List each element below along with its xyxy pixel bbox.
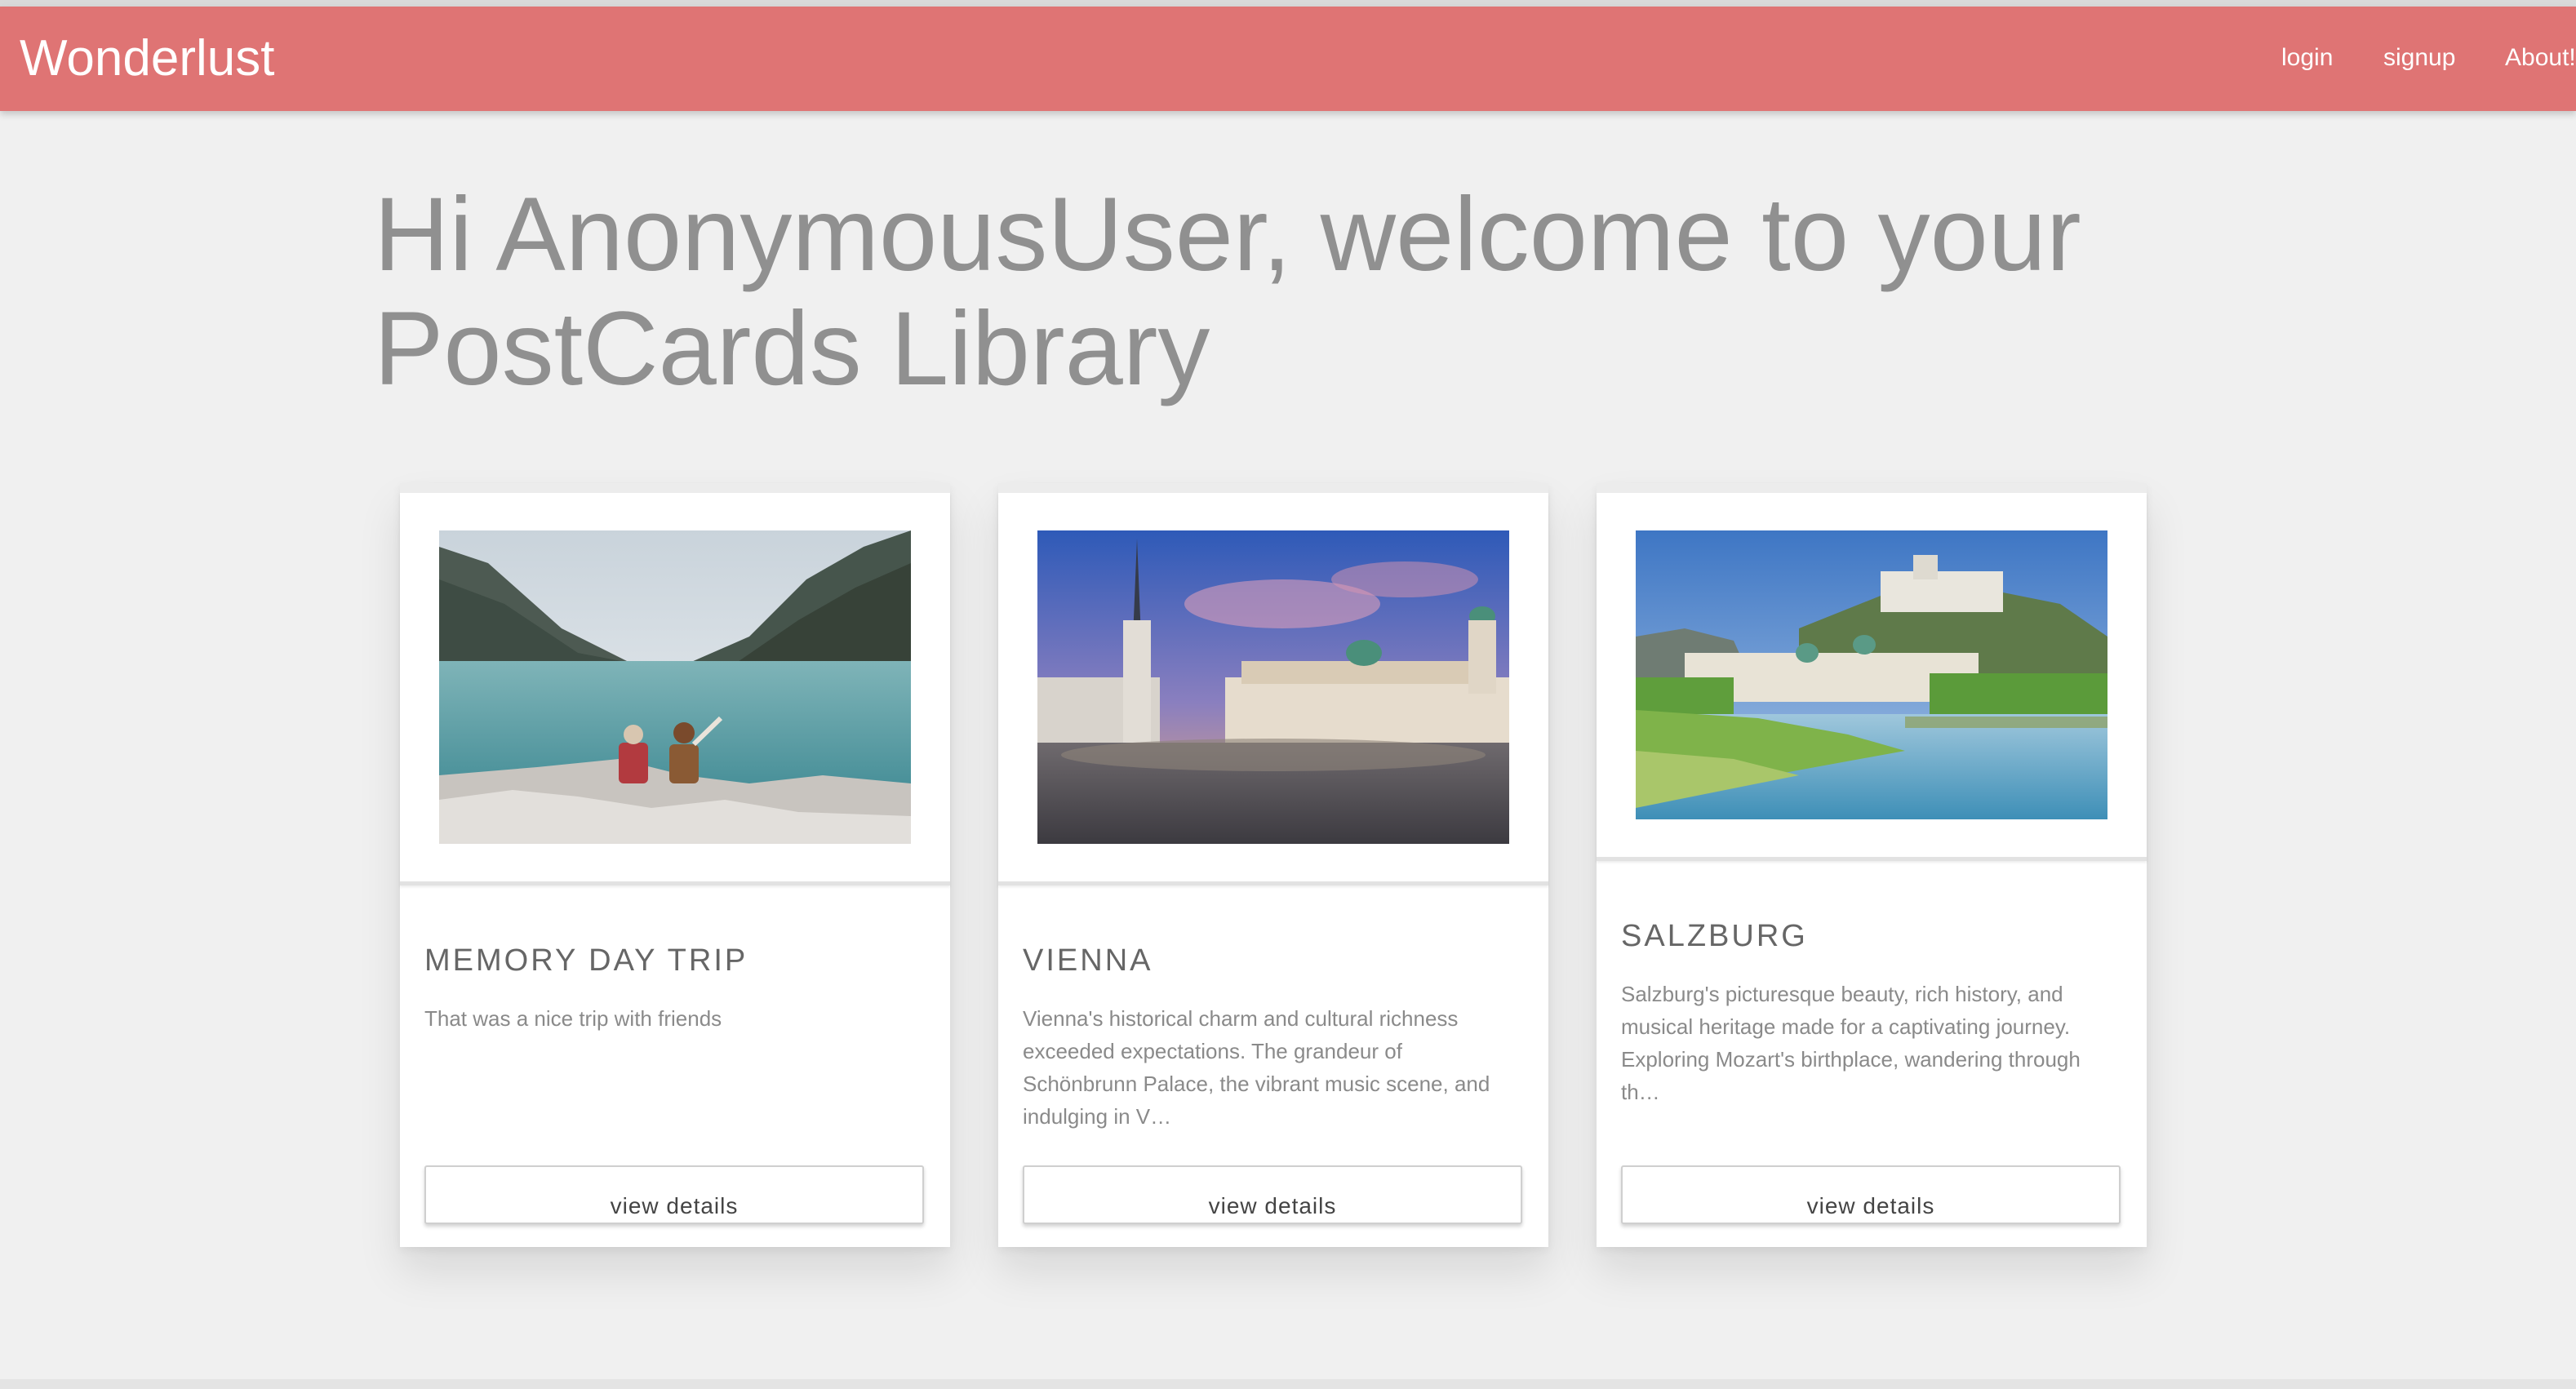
welcome-heading: Hi AnonymousUser, welcome to your PostCa… (374, 178, 2251, 406)
postcard-image-frame (1597, 493, 2147, 861)
nav-signup-link[interactable]: signup (2383, 41, 2455, 75)
postcard-title: VIENNA (1023, 943, 1153, 978)
welcome-line-2: PostCards Library (374, 291, 1210, 407)
view-details-button[interactable]: view details (1023, 1165, 1522, 1224)
postcard-image-frame (998, 493, 1548, 885)
view-details-label: view details (1806, 1193, 1935, 1218)
postcard-image-frame (400, 493, 950, 885)
vienna-square-photo (1037, 530, 1509, 844)
salzburg-river-photo (1636, 530, 2107, 819)
view-details-label: view details (610, 1193, 739, 1218)
brand-logo[interactable]: Wonderlust (20, 26, 274, 91)
postcard-title: MEMORY DAY TRIP (424, 943, 748, 978)
page-bottom-border (0, 1379, 2576, 1389)
postcard-card: SALZBURG Salzburg's picturesque beauty, … (1597, 483, 2147, 1247)
view-details-button[interactable]: view details (1621, 1165, 2121, 1224)
postcard-card: VIENNA Vienna's historical charm and cul… (998, 483, 1548, 1247)
navbar: Wonderlust login signup About! (0, 7, 2576, 111)
view-details-button[interactable]: view details (424, 1165, 924, 1224)
view-details-label: view details (1208, 1193, 1337, 1218)
postcard-card: MEMORY DAY TRIP That was a nice trip wit… (400, 483, 950, 1247)
nav-login-link[interactable]: login (2281, 41, 2333, 75)
nav-about-link[interactable]: About! (2505, 41, 2576, 75)
postcard-description: Vienna's historical charm and cultural r… (1023, 1006, 1490, 1129)
mountain-lake-photo (439, 530, 911, 844)
window-top-border (0, 0, 2576, 7)
welcome-line-1: Hi AnonymousUser, welcome to your (374, 176, 2081, 293)
postcard-description: That was a nice trip with friends (424, 1006, 722, 1031)
postcard-description: Salzburg's picturesque beauty, rich hist… (1621, 982, 2081, 1104)
postcard-title: SALZBURG (1621, 919, 1808, 953)
